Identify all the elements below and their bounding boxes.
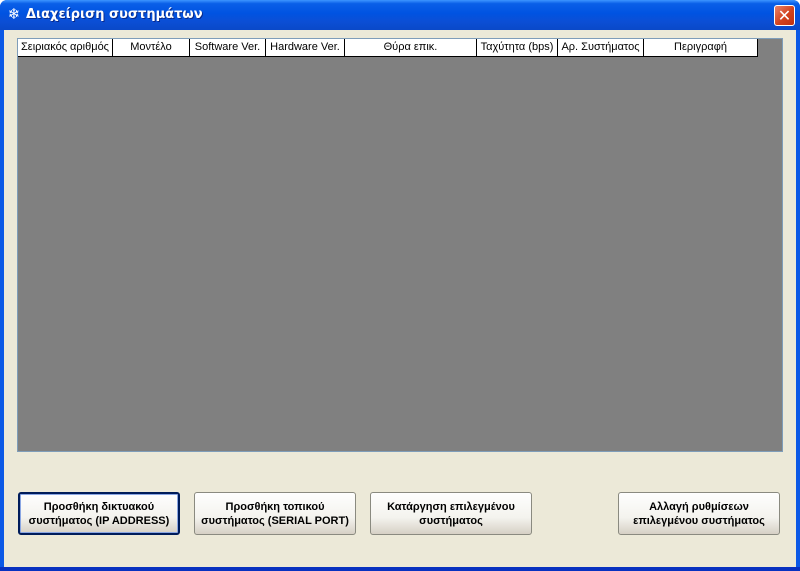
title-bar[interactable]: ❄ Διαχείριση συστημάτων ✕ bbox=[0, 0, 800, 30]
change-settings-button[interactable]: Αλλαγή ρυθμίσεων επιλεγμένου συστήματος bbox=[618, 492, 780, 535]
window-bottom-border bbox=[0, 567, 800, 571]
column-header-serial[interactable]: Σειριακός αριθμός bbox=[18, 39, 113, 57]
window-title: Διαχείριση συστημάτων bbox=[26, 7, 203, 22]
add-network-system-button[interactable]: Προσθήκη δικτυακού συστήματος (IP ADDRES… bbox=[18, 492, 180, 535]
client-area: Σειριακός αριθμός Μοντέλο Software Ver. … bbox=[4, 30, 796, 567]
remove-selected-system-button[interactable]: Κατάργηση επιλεγμένου συστήματος bbox=[370, 492, 532, 535]
column-header-software-ver[interactable]: Software Ver. bbox=[190, 39, 266, 57]
column-header-model[interactable]: Μοντέλο bbox=[113, 39, 190, 57]
column-header-hardware-ver[interactable]: Hardware Ver. bbox=[266, 39, 345, 57]
close-button[interactable]: ✕ bbox=[774, 5, 795, 26]
column-header-system-number[interactable]: Αρ. Συστήματος bbox=[558, 39, 644, 57]
list-header: Σειριακός αριθμός Μοντέλο Software Ver. … bbox=[18, 39, 758, 57]
add-local-system-button[interactable]: Προσθήκη τοπικού συστήματος (SERIAL PORT… bbox=[194, 492, 356, 535]
snowflake-icon: ❄ bbox=[7, 5, 21, 23]
column-header-port[interactable]: Θύρα επικ. bbox=[345, 39, 477, 57]
column-header-speed[interactable]: Ταχύτητα (bps) bbox=[477, 39, 558, 57]
column-header-description[interactable]: Περιγραφή bbox=[644, 39, 758, 57]
window: ❄ Διαχείριση συστημάτων ✕ Σειριακός αριθ… bbox=[0, 0, 800, 571]
systems-list[interactable]: Σειριακός αριθμός Μοντέλο Software Ver. … bbox=[17, 38, 783, 452]
